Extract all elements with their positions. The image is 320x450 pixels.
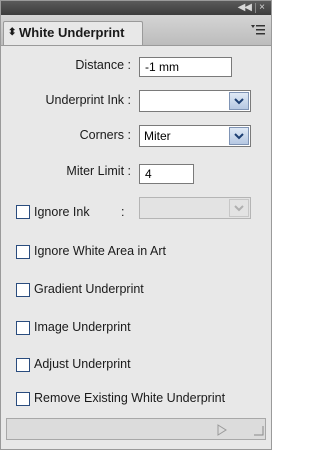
remove-existing-label: Remove Existing White Underprint xyxy=(34,391,226,405)
panel-tab-row: ⬍ White Underprint xyxy=(1,15,271,46)
ignore-white-area-checkbox[interactable] xyxy=(16,245,30,259)
white-underprint-panel: ◀◀ × ⬍ White Underprint Distance : -1 mm… xyxy=(0,0,272,450)
gradient-underprint-label: Gradient Underprint xyxy=(34,282,144,296)
corners-select[interactable]: Miter xyxy=(139,125,251,147)
ignore-ink-select[interactable] xyxy=(139,197,251,219)
ignore-white-area-label: Ignore White Area in Art xyxy=(34,244,167,258)
close-panel-icon[interactable]: × xyxy=(259,2,265,14)
corners-dropdown-icon[interactable] xyxy=(229,127,249,145)
tab-expand-icon: ⬍ xyxy=(8,27,17,38)
ignore-ink-checkbox[interactable] xyxy=(16,205,30,219)
gradient-underprint-checkbox[interactable] xyxy=(16,283,30,297)
panel-status-bar xyxy=(6,418,266,440)
panel-menu-icon[interactable] xyxy=(251,23,265,35)
ignore-ink-label: Ignore Ink xyxy=(34,205,90,219)
tab-title: White Underprint xyxy=(19,25,125,40)
image-underprint-label: Image Underprint xyxy=(34,320,131,334)
tab-white-underprint[interactable]: ⬍ White Underprint xyxy=(3,21,143,45)
title-bar-divider xyxy=(255,3,256,13)
remove-existing-checkbox[interactable] xyxy=(16,392,30,406)
ignore-ink-dropdown-icon[interactable] xyxy=(229,199,249,217)
underprint-ink-label: Underprint Ink : xyxy=(45,93,131,107)
apply-arrow-icon[interactable] xyxy=(217,423,227,441)
ignore-ink-colon: : xyxy=(121,205,125,219)
underprint-ink-select[interactable] xyxy=(139,90,251,112)
adjust-underprint-checkbox[interactable] xyxy=(16,358,30,372)
collapse-panel-icon[interactable]: ◀◀ xyxy=(238,2,252,14)
miter-limit-input[interactable]: 4 xyxy=(139,164,194,184)
resize-grip-icon[interactable] xyxy=(250,422,264,436)
adjust-underprint-label: Adjust Underprint xyxy=(34,357,131,371)
distance-label: Distance : xyxy=(75,58,131,72)
panel-title-bar: ◀◀ × xyxy=(1,1,271,15)
corners-value: Miter xyxy=(144,129,171,143)
underprint-ink-dropdown-icon[interactable] xyxy=(229,92,249,110)
distance-input[interactable]: -1 mm xyxy=(139,57,232,77)
image-underprint-checkbox[interactable] xyxy=(16,321,30,335)
miter-limit-label: Miter Limit : xyxy=(66,164,131,178)
corners-label: Corners : xyxy=(79,128,131,142)
